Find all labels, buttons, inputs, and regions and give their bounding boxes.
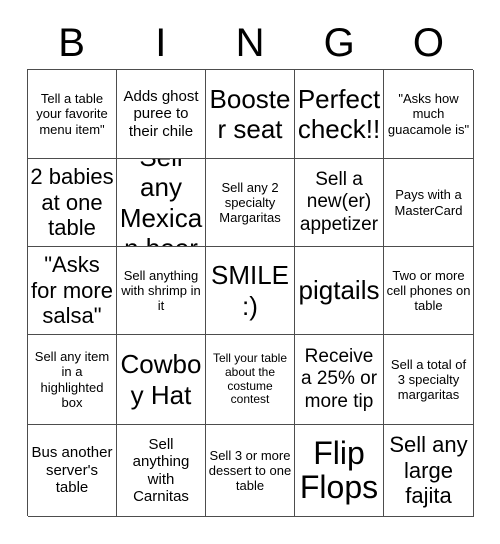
header-letter-n: N	[235, 21, 265, 65]
bingo-cell-label: Cowboy Hat	[120, 349, 202, 410]
bingo-cell-g4[interactable]: Receive a 25% or more tip	[295, 335, 384, 425]
bingo-cell-label: Bus another server's table	[31, 444, 113, 497]
bingo-cell-label: Receive a 25% or more tip	[300, 346, 378, 412]
bingo-cell-n2[interactable]: Sell any 2 specialty Margaritas	[206, 159, 295, 247]
bingo-cell-label: Sell anything with shrimp in it	[121, 267, 201, 314]
bingo-cell-b3[interactable]: "Asks for more salsa"	[28, 247, 117, 335]
bingo-cell-g5[interactable]: Flip Flops	[295, 425, 384, 517]
bingo-cell-label: Sell any large fajita	[389, 432, 468, 509]
bingo-cell-i5[interactable]: Sell anything with Carnitas	[117, 425, 206, 517]
bingo-cell-label: pigtails	[298, 275, 380, 306]
bingo-cell-b4[interactable]: Sell any item in a highlighted box	[28, 335, 117, 425]
bingo-cell-label: Flip Flops	[299, 434, 379, 505]
bingo-cell-label: Sell a new(er) appetizer	[299, 169, 379, 235]
bingo-cell-label: "Asks for more salsa"	[31, 252, 113, 329]
bingo-cell-label: Pays with a MasterCard	[394, 187, 463, 218]
bingo-cell-i1[interactable]: Adds ghost puree to their chile	[117, 70, 206, 159]
bingo-cell-b5[interactable]: Bus another server's table	[28, 425, 117, 517]
bingo-cell-o3[interactable]: Two or more cell phones on table	[384, 247, 474, 335]
bingo-cell-label: Tell a table your favorite menu item"	[36, 91, 108, 137]
bingo-cell-label: Sell any Mexican beer	[119, 159, 203, 246]
bingo-cell-label: 2 babies at one table	[30, 164, 114, 241]
bingo-cell-b2[interactable]: 2 babies at one table	[28, 159, 117, 247]
header-letter-i: I	[155, 21, 167, 65]
bingo-cell-g2[interactable]: Sell a new(er) appetizer	[295, 159, 384, 247]
bingo-cell-o5[interactable]: Sell any large fajita	[384, 425, 474, 517]
bingo-cell-i2[interactable]: Sell any Mexican beer	[117, 159, 206, 247]
bingo-cell-o1[interactable]: "Asks how much guacamole is"	[384, 70, 474, 159]
bingo-cell-n5[interactable]: Sell 3 or more dessert to one table	[206, 425, 295, 517]
bingo-cell-label: Tell your table about the costume contes…	[212, 350, 288, 407]
header-letter-b: B	[58, 21, 85, 65]
bingo-cell-g3[interactable]: pigtails	[295, 247, 384, 335]
bingo-header-row: B I N G O	[27, 16, 473, 70]
bingo-cell-n4[interactable]: Tell your table about the costume contes…	[206, 335, 295, 425]
bingo-card: B I N G O Tell a table your favorite men…	[0, 0, 500, 544]
bingo-cell-i3[interactable]: Sell anything with shrimp in it	[117, 247, 206, 335]
bingo-cell-label: Perfect check!!	[297, 83, 381, 144]
bingo-cell-g1[interactable]: Perfect check!!	[295, 70, 384, 159]
header-letter-o: O	[412, 21, 444, 65]
bingo-cell-i4[interactable]: Cowboy Hat	[117, 335, 206, 425]
bingo-cell-label: Booster seat	[209, 83, 291, 144]
bingo-cell-label: "Asks how much guacamole is"	[387, 91, 470, 137]
bingo-cell-o2[interactable]: Pays with a MasterCard	[384, 159, 474, 247]
bingo-cell-n1[interactable]: Booster seat	[206, 70, 295, 159]
bingo-cell-o4[interactable]: Sell a total of 3 specialty margaritas	[384, 335, 474, 425]
bingo-cell-label: SMILE :)	[210, 260, 290, 321]
bingo-cell-label: Adds ghost puree to their chile	[123, 87, 199, 140]
bingo-cell-label: Sell any 2 specialty Margaritas	[219, 179, 281, 226]
bingo-cell-label: Sell a total of 3 specialty margaritas	[390, 356, 467, 403]
bingo-cell-label: Two or more cell phones on table	[386, 267, 471, 314]
bingo-cell-n3[interactable]: SMILE :)	[206, 247, 295, 335]
bingo-cell-label: Sell anything with Carnitas	[132, 435, 190, 505]
header-letter-g: G	[323, 21, 355, 65]
bingo-cell-label: Sell any item in a highlighted box	[34, 349, 110, 410]
bingo-cell-label: Sell 3 or more dessert to one table	[208, 447, 292, 494]
bingo-grid: Tell a table your favorite menu item" Ad…	[27, 69, 474, 517]
bingo-cell-b1[interactable]: Tell a table your favorite menu item"	[28, 70, 117, 159]
